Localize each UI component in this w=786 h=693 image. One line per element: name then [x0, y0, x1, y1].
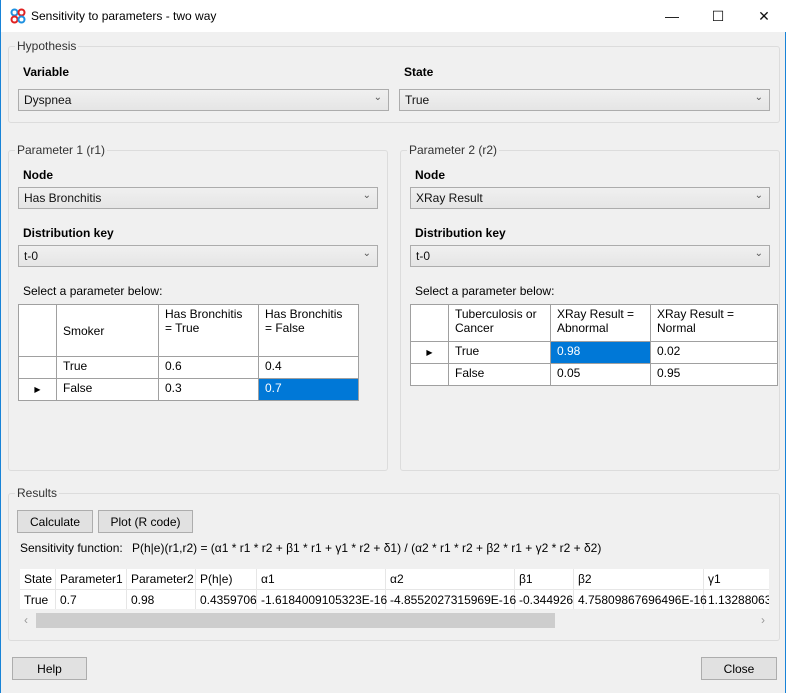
table-cell[interactable]: 0.6 — [158, 356, 259, 379]
table-cell: False — [56, 378, 159, 401]
group-label: Parameter 1 (r1) — [15, 143, 108, 157]
p1-select-label: Select a parameter below: — [23, 284, 163, 298]
current-row-arrow-icon: ▶ — [426, 348, 433, 357]
group-label: Hypothesis — [15, 39, 79, 53]
row-header — [410, 304, 449, 342]
grid-cell[interactable]: -1.6184009105323E-16 — [257, 589, 387, 609]
grid-column-header[interactable]: β1 — [515, 569, 574, 589]
grid-column-header[interactable]: α1 — [257, 569, 386, 589]
grid-cell[interactable]: 1.13288063 — [704, 589, 769, 609]
current-row-arrow-icon: ▶ — [34, 385, 41, 394]
variable-combo[interactable]: Dyspnea ⌄ — [18, 89, 389, 111]
row-header[interactable] — [410, 363, 449, 386]
table-cell: False — [448, 363, 551, 386]
p2-node-value: XRay Result — [416, 191, 483, 205]
table-cell[interactable]: 0.3 — [158, 378, 259, 401]
scrollbar-thumb[interactable] — [36, 613, 555, 628]
p1-node-value: Has Bronchitis — [24, 191, 102, 205]
grid-cell[interactable]: -0.344926 — [515, 589, 574, 609]
dialog-window: Sensitivity to parameters - two way — ☐ … — [0, 0, 786, 693]
group-label: Parameter 2 (r2) — [407, 143, 500, 157]
p1-dist-combo[interactable]: t-0 ⌄ — [18, 245, 378, 267]
table-cell[interactable]: 0.02 — [650, 341, 778, 364]
sensitivity-function-text: P(h|e)(r1,r2) = (α1 * r1 * r2 + β1 * r1 … — [132, 541, 602, 555]
close-window-button[interactable]: ✕ — [741, 0, 786, 32]
sensitivity-function-label: Sensitivity function: — [20, 541, 123, 555]
p1-cpt-table: Smoker Has Bronchitis = True Has Bronchiti… — [18, 304, 359, 401]
variable-value: Dyspnea — [24, 93, 72, 107]
p2-dist-value: t-0 — [416, 249, 431, 263]
app-icon — [10, 8, 26, 24]
minimize-button[interactable]: — — [649, 0, 695, 32]
p1-dist-label: Distribution key — [23, 226, 114, 240]
state-combo[interactable]: True ⌄ — [399, 89, 770, 111]
p2-dist-label: Distribution key — [415, 226, 506, 240]
table-cell[interactable]: 0.05 — [550, 363, 651, 386]
p1-node-label: Node — [23, 168, 53, 182]
column-header: Has Bronchitis = True — [158, 304, 259, 357]
grid-column-header[interactable]: γ1 — [704, 569, 769, 589]
grid-cell[interactable]: 0.98 — [127, 589, 196, 609]
p2-node-combo[interactable]: XRay Result ⌄ — [410, 187, 770, 209]
p2-select-label: Select a parameter below: — [415, 284, 555, 298]
column-header: XRay Result = Normal — [650, 304, 778, 342]
grid-column-header[interactable]: Parameter2 — [127, 569, 196, 589]
chevron-down-icon: ⌄ — [754, 92, 763, 103]
p2-cpt-table: Tuberculosis or Cancer XRay Result = Abno… — [410, 304, 778, 386]
grid-column-header[interactable]: P(h|e) — [196, 569, 257, 589]
calculate-button[interactable]: Calculate — [17, 510, 93, 533]
grid-cell[interactable]: 4.75809867696496E-16 — [574, 589, 707, 609]
hypothesis-group: Hypothesis — [8, 39, 780, 123]
results-grid: State True Parameter1 0.7 Parameter2 0.98 P(h|… — [20, 569, 769, 609]
chevron-down-icon: ⌄ — [362, 248, 371, 259]
grid-column-header[interactable]: Parameter1 — [56, 569, 127, 589]
horizontal-scrollbar[interactable]: ‹ › — [20, 611, 769, 630]
row-header-current[interactable]: ▶ — [410, 341, 449, 364]
row-header — [18, 304, 57, 357]
chevron-down-icon: ⌄ — [362, 190, 371, 201]
plot-button[interactable]: Plot (R code) — [98, 510, 193, 533]
chevron-down-icon: ⌄ — [754, 190, 763, 201]
chevron-down-icon: ⌄ — [754, 248, 763, 259]
maximize-button[interactable]: ☐ — [695, 0, 741, 32]
column-header: XRay Result = Abnormal — [550, 304, 651, 342]
scroll-left-icon[interactable]: ‹ — [24, 613, 28, 627]
grid-cell[interactable]: 0.7 — [56, 589, 127, 609]
group-label: Results — [15, 486, 60, 500]
grid-column-header[interactable]: β2 — [574, 569, 704, 589]
p1-dist-value: t-0 — [24, 249, 39, 263]
title-bar: Sensitivity to parameters - two way — ☐ … — [1, 0, 786, 32]
column-header: Smoker — [56, 304, 159, 357]
chevron-down-icon: ⌄ — [373, 92, 382, 103]
close-button[interactable]: Close — [701, 657, 777, 680]
table-cell: True — [56, 356, 159, 379]
selected-cell[interactable]: 0.98 — [550, 341, 651, 364]
grid-cell[interactable]: True — [20, 589, 56, 609]
table-cell[interactable]: 0.4 — [258, 356, 359, 379]
grid-cell[interactable]: 0.4359706 — [196, 589, 257, 609]
row-header[interactable] — [18, 356, 57, 379]
p2-dist-combo[interactable]: t-0 ⌄ — [410, 245, 770, 267]
variable-label: Variable — [23, 65, 70, 79]
row-header-current[interactable]: ▶ — [18, 378, 57, 401]
selected-cell[interactable]: 0.7 — [258, 378, 359, 401]
state-label: State — [404, 65, 434, 79]
scroll-right-icon[interactable]: › — [761, 613, 765, 627]
grid-column-header[interactable]: State — [20, 569, 56, 589]
grid-cell[interactable]: -4.8552027315969E-16 — [386, 589, 516, 609]
table-cell[interactable]: 0.95 — [650, 363, 778, 386]
column-header: Has Bronchitis = False — [258, 304, 359, 357]
p1-node-combo[interactable]: Has Bronchitis ⌄ — [18, 187, 378, 209]
p2-node-label: Node — [415, 168, 445, 182]
grid-column-header[interactable]: α2 — [386, 569, 515, 589]
window-title: Sensitivity to parameters - two way — [31, 9, 217, 23]
column-header: Tuberculosis or Cancer — [448, 304, 551, 342]
state-value: True — [405, 93, 430, 107]
table-cell: True — [448, 341, 551, 364]
help-button[interactable]: Help — [12, 657, 87, 680]
